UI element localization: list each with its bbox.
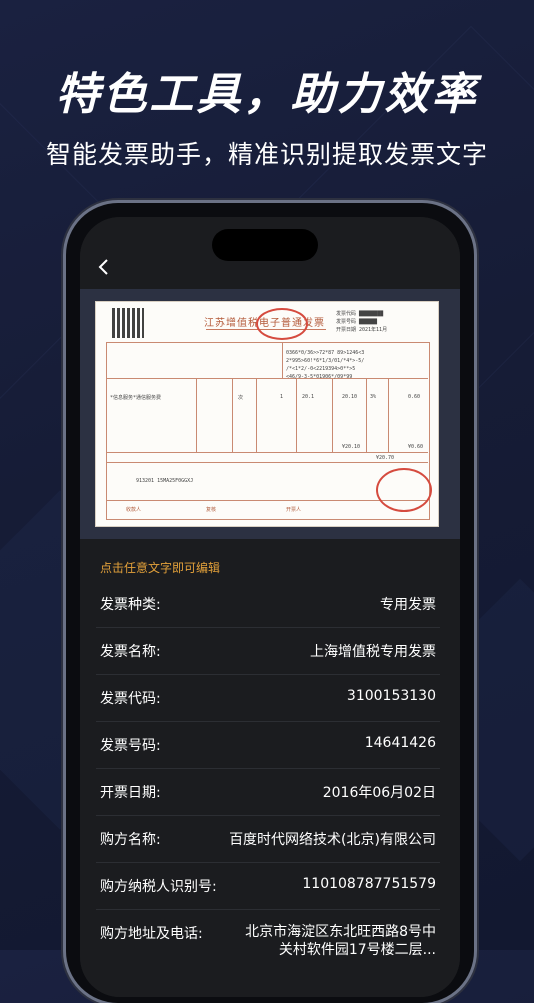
field-label: 开票日期: [100, 785, 161, 801]
field-value[interactable]: 百度时代网络技术(北京)有限公司 [229, 829, 436, 849]
field-list: 发票种类: 专用发票 发票名称: 上海增值税专用发票 发票代码: 3100153… [96, 581, 440, 980]
invoice-reviewer: 复核 [206, 507, 217, 513]
edit-hint: 点击任意文字即可编辑 [100, 561, 221, 575]
phone-frame: 江苏增值税电子普通发票 发票代码 ████████ 发票号码 ██████ 开票… [66, 203, 474, 1003]
result-panel: 点击任意文字即可编辑 发票种类: 专用发票 发票名称: 上海增值税专用发票 发票… [80, 539, 460, 997]
invoice-rule [106, 378, 428, 379]
back-button[interactable] [92, 255, 116, 279]
invoice-codes: 0366*0/36>>72*87 89>1246<3 [286, 350, 365, 356]
invoice-seller-tax-id: 913201 15MA25F0GGXJ [136, 478, 194, 484]
field-label: 购方地址及电话: [100, 926, 203, 942]
field-label: 发票号码: [100, 738, 161, 754]
invoice-rule [256, 378, 257, 452]
invoice-rule [106, 462, 428, 463]
invoice-qty: 1 [280, 394, 284, 400]
invoice-codes: <46/9-3-5*01906*/09*99 [286, 374, 353, 380]
invoice-rule [366, 378, 367, 452]
dynamic-island [212, 229, 318, 261]
subline: 智能发票助手，精准识别提取发票文字 [45, 140, 488, 169]
field-value[interactable]: 14641426 [365, 735, 436, 751]
invoice-total-small: ¥20.70 [376, 455, 395, 461]
invoice-line-item: *信息服务*通信服务费 [110, 395, 162, 401]
invoice-rule [296, 378, 297, 452]
invoice-total-tax: ¥0.60 [408, 444, 424, 450]
field-row[interactable]: 购方地址及电话: 北京市海淀区东北旺西路8号中关村软件园17号楼二层... [96, 910, 440, 980]
invoice-rule [106, 452, 428, 453]
field-value[interactable]: 北京市海淀区东北旺西路8号中关村软件园17号楼二层... [236, 923, 436, 959]
invoice-rule [232, 378, 233, 452]
phone-screen: 江苏增值税电子普通发票 发票代码 ████████ 发票号码 ██████ 开票… [80, 217, 460, 997]
field-row[interactable]: 发票号码: 14641426 [96, 722, 440, 769]
field-label: 发票名称: [100, 644, 161, 660]
field-row[interactable]: 发票种类: 专用发票 [96, 581, 440, 628]
invoice-image: 江苏增值税电子普通发票 发票代码 ████████ 发票号码 ██████ 开票… [95, 301, 439, 527]
invoice-meta: 开票日期 2021年11月 [336, 327, 388, 333]
invoice-image-area[interactable]: 江苏增值税电子普通发票 发票代码 ████████ 发票号码 ██████ 开票… [80, 289, 460, 539]
invoice-amount: 20.10 [342, 394, 358, 400]
invoice-remark: 开票人 [286, 507, 302, 513]
invoice-codes: /*<1*2/-0<2219394>0**>5 [286, 366, 356, 372]
field-row[interactable]: 发票代码: 3100153130 [96, 675, 440, 722]
field-value[interactable]: 上海增值税专用发票 [310, 641, 436, 661]
invoice-meta: 发票代码 ████████ [336, 311, 384, 317]
field-label: 购方名称: [100, 832, 161, 848]
headline: 特色工具，助力效率 [55, 69, 479, 120]
field-row[interactable]: 购方纳税人识别号: 110108787751579 [96, 863, 440, 910]
invoice-rule [282, 342, 283, 378]
field-label: 发票代码: [100, 691, 161, 707]
invoice-seal-top [256, 308, 308, 340]
invoice-price: 20.1 [302, 394, 315, 400]
field-row[interactable]: 开票日期: 2016年06月02日 [96, 769, 440, 816]
field-row[interactable]: 购方名称: 百度时代网络技术(北京)有限公司 [96, 816, 440, 863]
field-row[interactable]: 发票名称: 上海增值税专用发票 [96, 628, 440, 675]
invoice-rule [388, 378, 389, 452]
invoice-meta: 发票号码 ██████ [336, 319, 378, 325]
chevron-left-icon [98, 259, 108, 275]
invoice-unit: 次 [238, 395, 244, 401]
invoice-tax-rate: 3% [370, 394, 377, 400]
invoice-tax: 0.60 [408, 394, 421, 400]
invoice-rule [332, 378, 333, 452]
invoice-seal-bottom [376, 468, 432, 512]
invoice-codes: 2*995>60!*6*1/3/01/*4*>-5/ [286, 358, 365, 364]
invoice-rule [196, 378, 197, 452]
qr-code [112, 308, 144, 338]
field-value[interactable]: 3100153130 [347, 688, 436, 704]
invoice-payee: 收款人 [126, 507, 142, 513]
invoice-total-amount: ¥20.10 [342, 444, 361, 450]
field-label: 发票种类: [100, 597, 161, 613]
field-value[interactable]: 2016年06月02日 [323, 782, 436, 802]
field-label: 购方纳税人识别号: [100, 879, 217, 895]
field-value[interactable]: 110108787751579 [302, 876, 436, 892]
field-value[interactable]: 专用发票 [380, 594, 436, 614]
